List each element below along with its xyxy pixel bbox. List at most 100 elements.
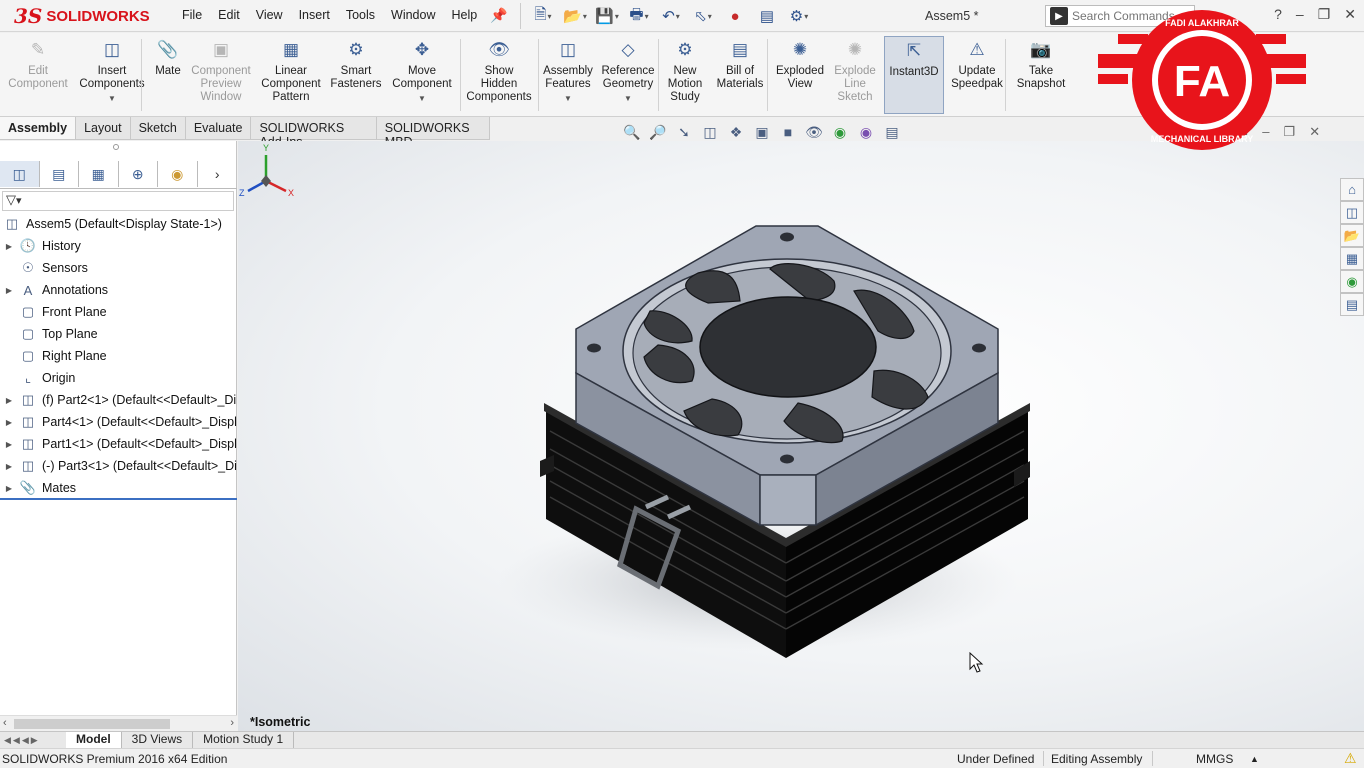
ribbon-exploded-view-button[interactable]: ✺ Exploded View (772, 36, 828, 114)
new-document-icon[interactable]: 🗎 ▾ (529, 5, 557, 27)
menu-tools[interactable]: Tools (338, 8, 383, 22)
filter-icon[interactable]: ▽▾ (6, 192, 21, 207)
chevron-right-icon[interactable]: ▶ (4, 440, 14, 449)
panel-grip[interactable] (113, 144, 119, 150)
tree-item-right-plane[interactable]: ▢ Right Plane (0, 345, 237, 367)
zoom-to-area-icon[interactable]: 🔎 (648, 122, 668, 142)
chevron-right-icon[interactable]: ▶ (4, 286, 14, 295)
view-orientation-icon[interactable]: ▣ (752, 122, 772, 142)
scroll-thumb[interactable] (14, 719, 170, 729)
feature-tree-tab-icon[interactable]: ◫ (0, 161, 40, 187)
tab-sketch[interactable]: Sketch (131, 117, 186, 139)
tree-item-annotations[interactable]: ▶ A Annotations (0, 279, 237, 301)
rebuild-status-icon[interactable]: ⚠ (1344, 750, 1357, 767)
menu-window[interactable]: Window (383, 8, 443, 22)
tab-assembly[interactable]: Assembly (0, 117, 77, 139)
ribbon-speedpak-button[interactable]: ⚠ Update Speedpak (944, 36, 1010, 114)
menu-help[interactable]: Help (444, 8, 486, 22)
appearances-icon[interactable]: ◉ (1340, 270, 1364, 293)
bottom-tab-model[interactable]: Model (66, 732, 122, 748)
ribbon-camera-button[interactable]: 📷 Take Snapshot (1010, 36, 1072, 114)
ribbon-preview-window-button[interactable]: ▣ Component Preview Window (186, 36, 256, 114)
property-manager-tab-icon[interactable]: ▤ (40, 161, 79, 187)
tree-item-part3-1-default-default-[interactable]: ▶ ◫ (-) Part3<1> (Default<<Default>_Di (0, 455, 237, 477)
dimxpert-tab-icon[interactable]: ⊕ (119, 161, 158, 187)
units-dropdown-icon[interactable]: ▲ (1250, 754, 1259, 764)
custom-properties-icon[interactable]: ▤ (1340, 293, 1364, 316)
edit-appearance-icon[interactable]: ◉ (830, 122, 850, 142)
ribbon-show-hidden-button[interactable]: 👁 Show Hidden Components (462, 36, 536, 114)
tree-item-mates[interactable]: ▶ 📎 Mates (0, 477, 237, 499)
bottom-tab-motion-study-1[interactable]: Motion Study 1 (193, 732, 295, 748)
ribbon-insert-components-button[interactable]: ◫ Insert Components ▼ (76, 36, 148, 114)
tab-solidworks-add-ins[interactable]: SOLIDWORKS Add-Ins (251, 117, 377, 149)
tree-item-front-plane[interactable]: ▢ Front Plane (0, 301, 237, 323)
ribbon-instant3d-button[interactable]: ⇱ Instant3D (884, 36, 944, 114)
section-view-icon[interactable]: ◫ (700, 122, 720, 142)
chevron-right-icon[interactable]: ▶ (4, 242, 14, 251)
chevron-down-icon[interactable]: ▼ (564, 92, 572, 105)
ribbon-edit-component-button[interactable]: ✎ Edit Component (2, 36, 74, 114)
graphics-area[interactable]: Y X Z *Isometric (238, 141, 1364, 731)
dynamic-annotation-icon[interactable]: ❖ (726, 122, 746, 142)
menu-view[interactable]: View (248, 8, 291, 22)
ribbon-motion-study-button[interactable]: ⚙ New Motion Study (662, 36, 708, 114)
chevron-down-icon[interactable]: ▼ (624, 92, 632, 105)
tree-item-top-plane[interactable]: ▢ Top Plane (0, 323, 237, 345)
chevron-right-icon[interactable]: ▶ (4, 418, 14, 427)
ribbon-move-component-button[interactable]: ✥ Move Component ▼ (386, 36, 458, 114)
bottom-tab-3d-views[interactable]: 3D Views (122, 732, 194, 748)
tree-root-assembly[interactable]: ◫ Assem5 (Default<Display State-1>) (0, 213, 237, 235)
chevron-down-icon[interactable]: ▼ (108, 92, 116, 105)
open-icon[interactable]: 📂 ▾ (561, 5, 589, 27)
tab-layout[interactable]: Layout (76, 117, 131, 139)
fan-hub[interactable] (699, 296, 877, 398)
close-icon[interactable]: ✕ (1344, 6, 1356, 23)
zoom-to-fit-icon[interactable]: 🔍 (622, 122, 642, 142)
search-scope-icon[interactable]: ▶ (1050, 7, 1068, 25)
select-arrow-icon[interactable]: ⬁ ▾ (689, 5, 717, 27)
print-icon[interactable]: 🖶 ▾ (625, 5, 653, 27)
ribbon-explode-line-button[interactable]: ✺ Explode Line Sketch (828, 36, 882, 114)
apply-scene-icon[interactable]: ◉ (856, 122, 876, 142)
tree-filter[interactable]: ▽▾ (2, 191, 234, 211)
scroll-left-icon[interactable]: ‹ (3, 717, 7, 729)
pin-menu-icon[interactable]: 📌 (490, 7, 507, 24)
tree-item-part1-1-default-default-[interactable]: ▶ ◫ Part1<1> (Default<<Default>_Displ (0, 433, 237, 455)
display-manager-tab-icon[interactable]: ◉ (158, 161, 198, 187)
tab-evaluate[interactable]: Evaluate (186, 117, 252, 139)
tree-item-sensors[interactable]: ☉ Sensors (0, 257, 237, 279)
viewport-close-icon[interactable]: ✕ (1309, 124, 1320, 140)
file-properties-icon[interactable]: ▤ (753, 5, 781, 27)
ribbon-smart-fasteners-button[interactable]: ⚙ Smart Fasteners (326, 36, 386, 114)
tree-item-part4-1-default-default-[interactable]: ▶ ◫ Part4<1> (Default<<Default>_Displ (0, 411, 237, 433)
fan-heatsink-model[interactable] (238, 141, 1364, 731)
undo-icon[interactable]: ↶ ▾ (657, 5, 685, 27)
view-settings-icon[interactable]: ▤ (882, 122, 902, 142)
rebuild-icon[interactable]: ● (721, 5, 749, 27)
home-icon[interactable]: ⌂ (1340, 178, 1364, 201)
chevron-right-icon[interactable]: › (198, 161, 237, 187)
menu-edit[interactable]: Edit (210, 8, 248, 22)
chevron-right-icon[interactable]: ▶ (4, 396, 14, 405)
design-library-icon[interactable]: ◫ (1340, 201, 1364, 224)
configuration-manager-tab-icon[interactable]: ▦ (79, 161, 119, 187)
hide-show-items-icon[interactable]: 👁 (804, 122, 824, 142)
tree-item-origin[interactable]: ⌞ Origin (0, 367, 237, 389)
file-explorer-icon[interactable]: 📂 (1340, 224, 1364, 247)
ribbon-assembly-features-button[interactable]: ◫ Assembly Features ▼ (540, 36, 596, 114)
menu-file[interactable]: File (174, 8, 210, 22)
restore-icon[interactable]: ❐ (1318, 6, 1331, 23)
options-gear-icon[interactable]: ⚙ ▾ (785, 5, 813, 27)
view-palette-icon[interactable]: ▦ (1340, 247, 1364, 270)
tree-item-f-part2-1-default-defaul[interactable]: ▶ ◫ (f) Part2<1> (Default<<Default>_Di (0, 389, 237, 411)
rollback-bar[interactable] (0, 498, 237, 500)
save-icon[interactable]: 💾 ▾ (593, 5, 621, 27)
ribbon-reference-geometry-button[interactable]: ◇ Reference Geometry ▼ (596, 36, 660, 114)
chevron-down-icon[interactable]: ▼ (418, 92, 426, 105)
status-units[interactable]: MMGS (1196, 752, 1233, 766)
ribbon-linear-pattern-button[interactable]: ▦ Linear Component Pattern (256, 36, 326, 114)
chevron-right-icon[interactable]: ▶ (4, 484, 14, 493)
display-style-icon[interactable]: ■ (778, 122, 798, 142)
tab-navigation-icons[interactable]: ◀◀◀▶ (0, 735, 66, 746)
